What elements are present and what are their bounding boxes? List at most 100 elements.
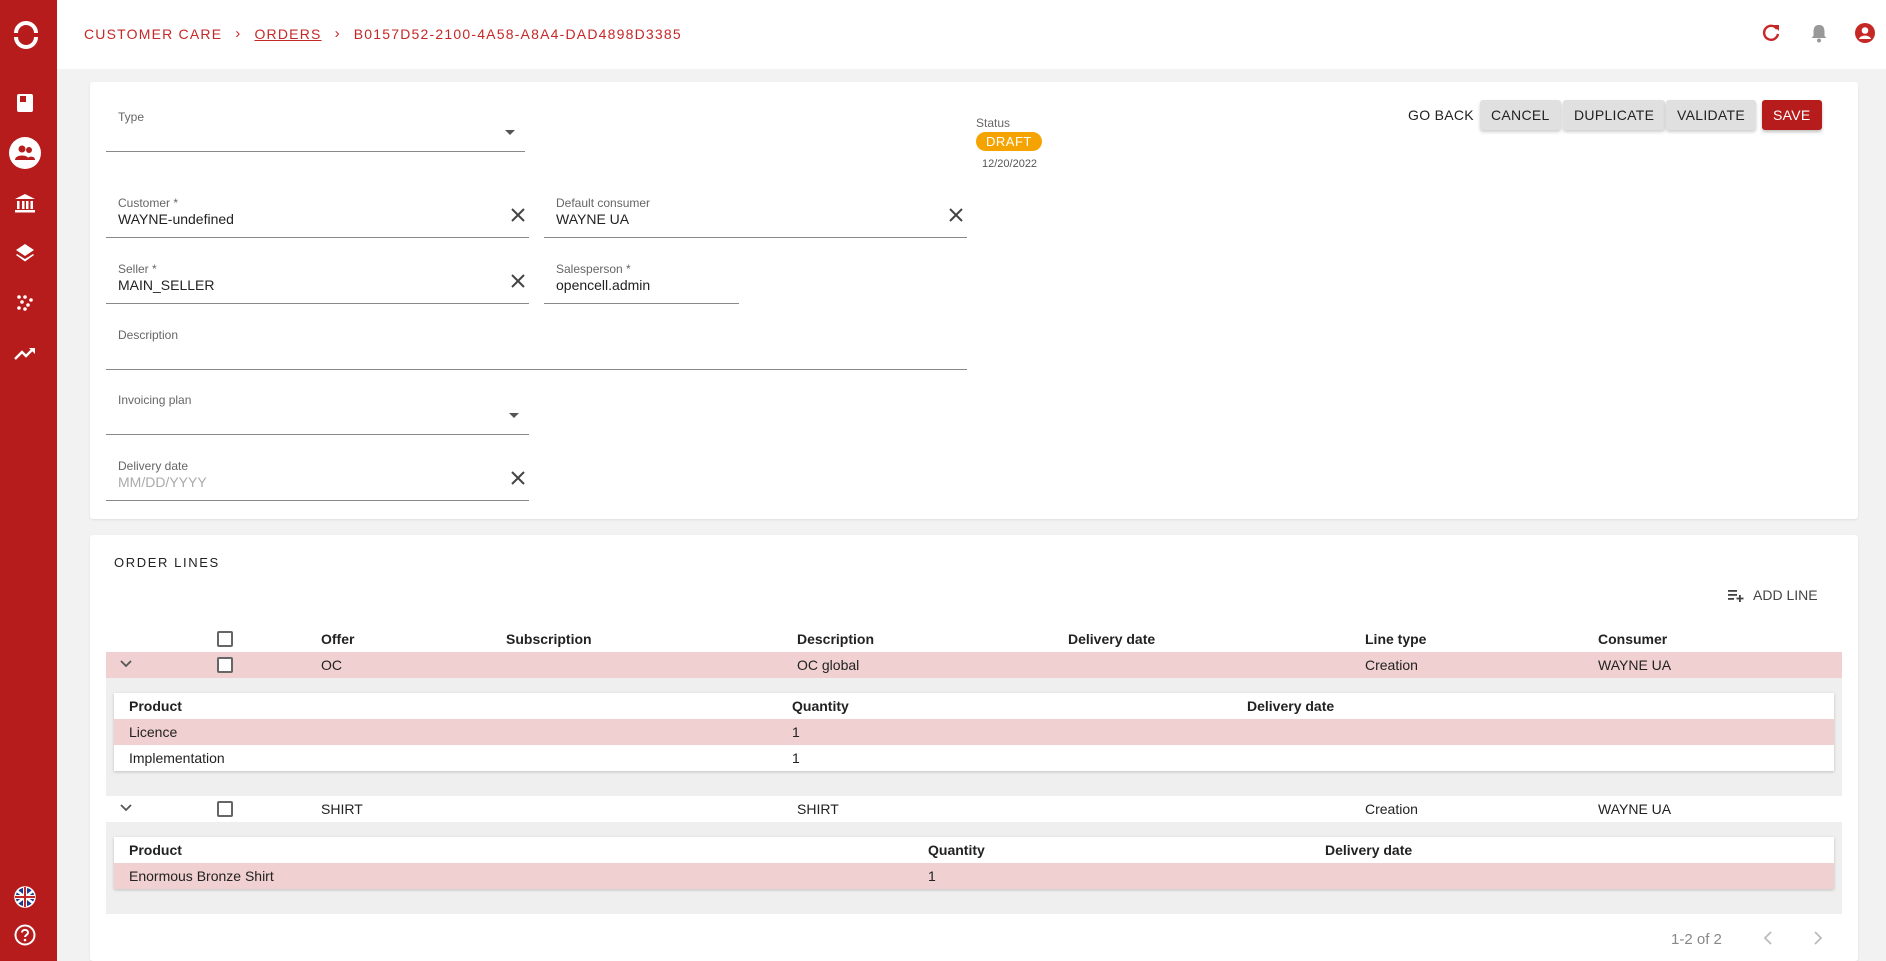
sidebar — [0, 0, 57, 961]
account-icon[interactable] — [1854, 22, 1876, 44]
cancel-button[interactable]: CANCEL — [1480, 100, 1561, 130]
product-row[interactable]: Implementation 1 — [114, 745, 1834, 771]
sub-col-quantity: Quantity — [792, 698, 849, 714]
col-subscription: Subscription — [506, 631, 592, 647]
row-consumer: WAYNE UA — [1598, 657, 1672, 673]
product-quantity: 1 — [792, 724, 800, 740]
table-row[interactable]: SHIRT SHIRT Creation WAYNE UA — [106, 796, 1842, 822]
trending-icon[interactable] — [12, 340, 38, 366]
breadcrumb: CUSTOMER CARE › ORDERS › B0157D52-2100-4… — [84, 25, 682, 42]
clear-icon[interactable] — [509, 206, 527, 224]
customer-field[interactable]: Customer * WAYNE-undefined — [106, 196, 529, 238]
product-name: Enormous Bronze Shirt — [129, 868, 274, 884]
type-label: Type — [118, 110, 145, 124]
salesperson-field[interactable]: Salesperson * opencell.admin — [544, 262, 739, 304]
breadcrumb-customer-care[interactable]: CUSTOMER CARE — [84, 26, 222, 42]
default-consumer-label: Default consumer — [556, 196, 651, 210]
col-delivery-date: Delivery date — [1068, 631, 1156, 647]
status-date: 12/20/2022 — [982, 158, 1038, 170]
row-offer: OC — [321, 657, 342, 673]
uk-flag-icon[interactable] — [12, 884, 38, 910]
product-subtable: Product Quantity Delivery date Licence 1… — [114, 693, 1834, 771]
customer-label: Customer * — [118, 196, 179, 210]
chevron-right-icon: › — [334, 25, 341, 42]
row-description: SHIRT — [797, 801, 839, 817]
seller-field[interactable]: Seller * MAIN_SELLER — [106, 262, 529, 304]
row-checkbox[interactable] — [217, 657, 233, 673]
delivery-date-placeholder: MM/DD/YYYY — [118, 474, 207, 490]
type-select[interactable]: Type — [106, 110, 525, 152]
chevron-down-icon[interactable] — [118, 799, 134, 815]
breadcrumb-order-id: B0157D52-2100-4A58-A8A4-DAD4898D3385 — [353, 25, 682, 42]
dropdown-arrow-icon[interactable] — [505, 130, 515, 135]
invoicing-plan-label: Invoicing plan — [118, 393, 192, 407]
product-row[interactable]: Licence 1 — [114, 719, 1834, 745]
table-row[interactable]: OC OC global Creation WAYNE UA — [106, 652, 1842, 678]
product-quantity: 1 — [792, 750, 800, 766]
clear-icon[interactable] — [509, 469, 527, 487]
col-line-type: Line type — [1365, 631, 1427, 647]
refresh-icon[interactable] — [1760, 22, 1782, 44]
table-header: Offer Subscription Description Delivery … — [106, 626, 1842, 652]
topbar: CUSTOMER CARE › ORDERS › B0157D52-2100-4… — [57, 0, 1886, 69]
invoicing-plan-select[interactable]: Invoicing plan — [106, 393, 529, 435]
row-line-type: Creation — [1365, 801, 1418, 817]
chevron-down-icon[interactable] — [118, 655, 134, 671]
layers-icon[interactable] — [12, 240, 38, 266]
add-line-button[interactable]: ADD LINE — [1728, 587, 1818, 603]
description-label: Description — [118, 328, 179, 342]
sub-col-delivery-date: Delivery date — [1247, 698, 1335, 714]
add-line-label: ADD LINE — [1753, 587, 1818, 603]
clear-icon[interactable] — [509, 272, 527, 290]
status-badge: DRAFT — [976, 132, 1042, 151]
breadcrumb-orders[interactable]: ORDERS — [254, 26, 321, 42]
col-consumer: Consumer — [1598, 631, 1668, 647]
clear-icon[interactable] — [947, 206, 965, 224]
order-lines-title: ORDER LINES — [114, 555, 220, 570]
salesperson-value: opencell.admin — [556, 277, 651, 293]
dropdown-arrow-icon[interactable] — [509, 413, 519, 418]
product-row[interactable]: Enormous Bronze Shirt 1 — [114, 863, 1834, 889]
sub-col-delivery-date: Delivery date — [1325, 842, 1413, 858]
chevron-left-icon[interactable] — [1760, 929, 1778, 947]
seller-value: MAIN_SELLER — [118, 277, 215, 293]
pagination-text: 1-2 of 2 — [1671, 931, 1722, 948]
row-consumer: WAYNE UA — [1598, 801, 1672, 817]
sub-col-quantity: Quantity — [928, 842, 985, 858]
row-detail-panel: Product Quantity Delivery date Licence 1… — [106, 678, 1842, 796]
col-offer: Offer — [321, 631, 355, 647]
delivery-date-label: Delivery date — [118, 459, 189, 473]
sub-col-product: Product — [129, 698, 182, 714]
status-label: Status — [976, 116, 1011, 130]
help-icon[interactable] — [12, 922, 38, 948]
validate-button[interactable]: VALIDATE — [1666, 100, 1757, 130]
sub-col-product: Product — [129, 842, 182, 858]
bank-icon[interactable] — [12, 190, 38, 216]
product-name: Implementation — [129, 750, 225, 766]
col-description: Description — [797, 631, 875, 647]
default-consumer-field[interactable]: Default consumer WAYNE UA — [544, 196, 967, 238]
delivery-date-field[interactable]: Delivery date MM/DD/YYYY — [106, 459, 529, 501]
product-quantity: 1 — [928, 868, 936, 884]
playlist-add-icon — [1728, 590, 1744, 602]
salesperson-label: Salesperson * — [556, 262, 631, 276]
default-consumer-value: WAYNE UA — [556, 211, 630, 227]
row-description: OC global — [797, 657, 860, 673]
order-lines-table: Offer Subscription Description Delivery … — [106, 626, 1842, 926]
pattern-icon[interactable] — [12, 290, 38, 316]
bell-icon[interactable] — [1808, 22, 1830, 44]
description-field[interactable]: Description — [106, 328, 967, 370]
product-subtable: Product Quantity Delivery date Enormous … — [114, 837, 1834, 889]
book-icon[interactable] — [12, 90, 38, 116]
app-logo-icon[interactable] — [11, 20, 41, 50]
row-checkbox[interactable] — [217, 801, 233, 817]
people-icon[interactable] — [9, 137, 41, 169]
seller-label: Seller * — [118, 262, 157, 276]
go-back-button[interactable]: GO BACK — [1397, 100, 1485, 130]
chevron-right-icon[interactable] — [1808, 929, 1826, 947]
subtable-header: Product Quantity Delivery date — [114, 693, 1834, 719]
row-line-type: Creation — [1365, 657, 1418, 673]
save-button[interactable]: SAVE — [1762, 100, 1822, 130]
select-all-checkbox[interactable] — [217, 631, 233, 647]
duplicate-button[interactable]: DUPLICATE — [1563, 100, 1666, 130]
